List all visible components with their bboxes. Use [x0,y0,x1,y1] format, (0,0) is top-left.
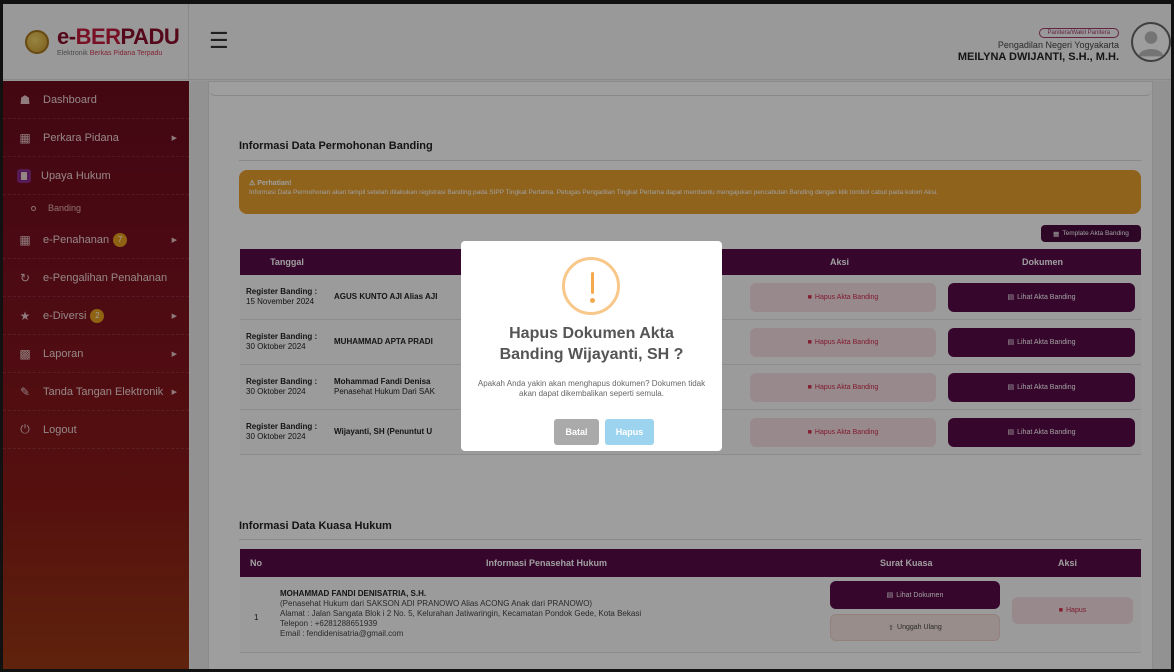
warning-icon-bar [591,272,594,294]
cancel-button[interactable]: Batal [554,419,599,445]
warning-icon [562,257,620,315]
app-window: e-BERPADU Elektronik Berkas Pidana Terpa… [0,0,1174,672]
confirm-delete-button[interactable]: Hapus [605,419,654,445]
dialog-title: Hapus Dokumen Akta Banding Wijayanti, SH… [499,325,684,363]
confirm-delete-dialog: Hapus Dokumen Akta Banding Wijayanti, SH… [461,241,722,451]
warning-icon-dot [590,298,595,303]
dialog-message: Apakah Anda yakin akan menghapus dokumen… [477,379,706,398]
